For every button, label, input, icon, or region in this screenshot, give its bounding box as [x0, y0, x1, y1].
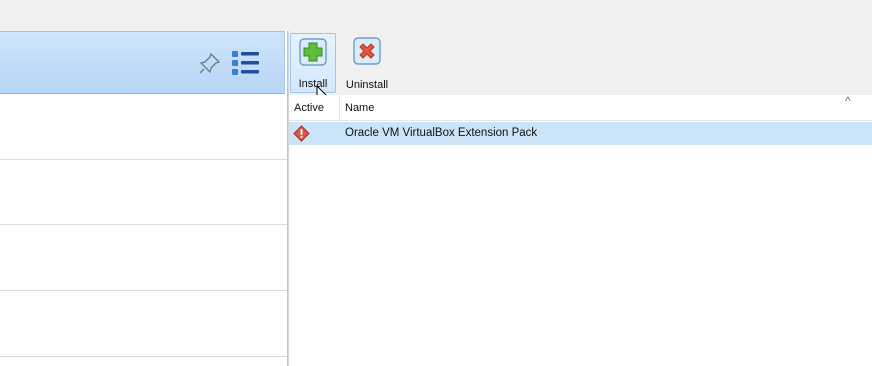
pin-icon[interactable]: [198, 51, 222, 75]
extension-manager-window: Install Uninstall Active Name ^ Oracle V…: [0, 0, 872, 366]
top-strip: [0, 0, 872, 31]
left-list-item[interactable]: [0, 95, 287, 160]
extensions-table-header: Active Name ^: [289, 94, 872, 121]
left-list-item[interactable]: [0, 292, 287, 357]
column-header-name[interactable]: Name ^: [340, 94, 872, 121]
left-list-item[interactable]: [0, 160, 287, 225]
column-header-active[interactable]: Active: [289, 95, 340, 121]
uninstall-label: Uninstall: [345, 79, 389, 91]
extension-name: Oracle VM VirtualBox Extension Pack: [345, 127, 538, 139]
warning-icon: [293, 125, 310, 142]
right-pane: Install Uninstall Active Name ^ Oracle V…: [289, 31, 872, 366]
left-pane-header: [0, 31, 285, 94]
column-header-name-label: Name: [345, 102, 375, 114]
uninstall-x-icon: [353, 37, 381, 65]
sort-ascending-icon: ^: [845, 94, 851, 108]
install-plus-icon: [299, 38, 327, 66]
table-row[interactable]: Oracle VM VirtualBox Extension Pack: [289, 122, 872, 145]
extensions-toolbar: Install Uninstall: [289, 31, 872, 106]
left-list-item[interactable]: [0, 226, 287, 291]
left-pane: [0, 31, 287, 366]
uninstall-button[interactable]: Uninstall: [341, 33, 393, 93]
list-view-icon[interactable]: [231, 49, 261, 77]
install-button[interactable]: Install: [290, 33, 336, 93]
